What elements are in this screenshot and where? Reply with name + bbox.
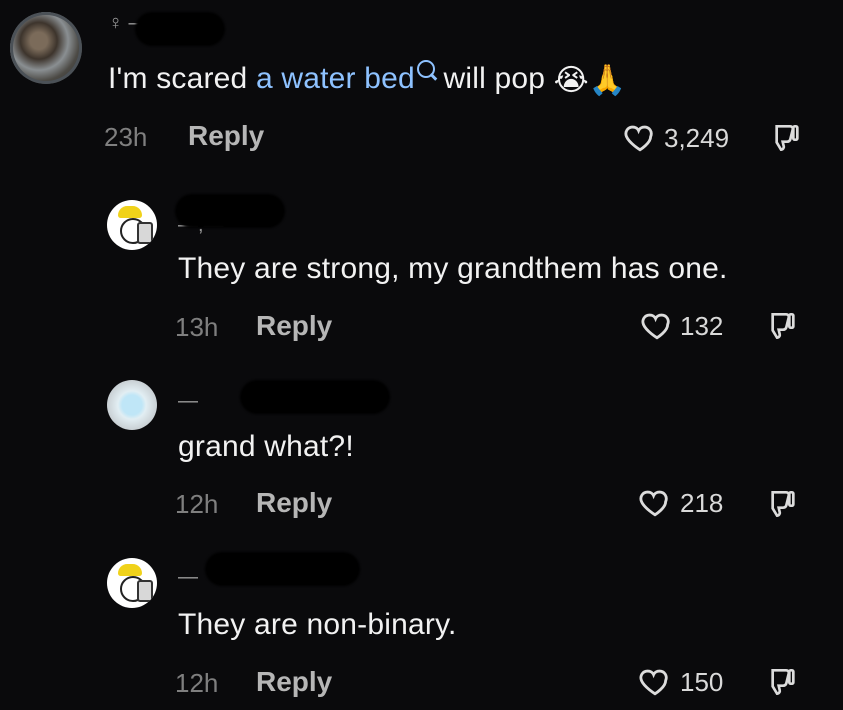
reply-button[interactable]: Reply (256, 666, 332, 698)
avatar[interactable] (10, 12, 82, 84)
username-redaction (135, 12, 225, 46)
thumbs-down-outline-icon[interactable] (770, 120, 802, 154)
like-count: 3,249 (664, 123, 730, 153)
thumbs-down-outline-icon[interactable] (766, 308, 798, 342)
chef-arm (137, 222, 153, 244)
heart-outline-icon[interactable] (638, 485, 672, 519)
chef-arm (137, 580, 153, 602)
chef-hat (118, 206, 142, 218)
search-link[interactable]: a water bed (256, 62, 415, 95)
comment-text: They are strong, my grandthem has one. (178, 252, 728, 285)
username-fragment: — (178, 390, 198, 412)
comment-text: They are non-binary. (178, 608, 457, 641)
light-blue-avatar[interactable] (107, 380, 157, 430)
thumbs-down-outline-icon[interactable] (766, 486, 798, 520)
search-icon[interactable] (416, 60, 435, 78)
timestamp: 23h (104, 122, 148, 152)
emoji-group: 😭🙏 (553, 63, 627, 97)
heart-outline-icon[interactable] (640, 308, 674, 342)
username-fragment: — (178, 566, 198, 588)
like-count: 132 (680, 311, 724, 341)
chef-cartoon-avatar[interactable] (107, 200, 157, 250)
comment-text: I'm scared a water bed will pop 😭🙏 (108, 60, 627, 98)
reply-button[interactable]: Reply (188, 120, 264, 152)
chef-hat (118, 564, 142, 576)
comment-text: grand what?! (178, 430, 354, 463)
timestamp: 12h (175, 489, 219, 519)
reply-button[interactable]: Reply (256, 310, 332, 342)
timestamp: 12h (175, 668, 219, 698)
thumbs-down-outline-icon[interactable] (766, 664, 798, 698)
comment-text-start: I'm scared (108, 62, 256, 95)
comment-text-end: will pop (434, 62, 546, 95)
chef-cartoon-avatar[interactable] (107, 558, 157, 608)
username-redaction (205, 552, 360, 586)
heart-outline-icon[interactable] (638, 664, 672, 698)
reply-button[interactable]: Reply (256, 487, 332, 519)
username-redaction (240, 380, 390, 414)
timestamp: 13h (175, 312, 219, 342)
like-count: 150 (680, 667, 724, 697)
username-redaction (175, 194, 285, 228)
like-count: 218 (680, 488, 724, 518)
heart-outline-icon[interactable] (623, 120, 657, 154)
